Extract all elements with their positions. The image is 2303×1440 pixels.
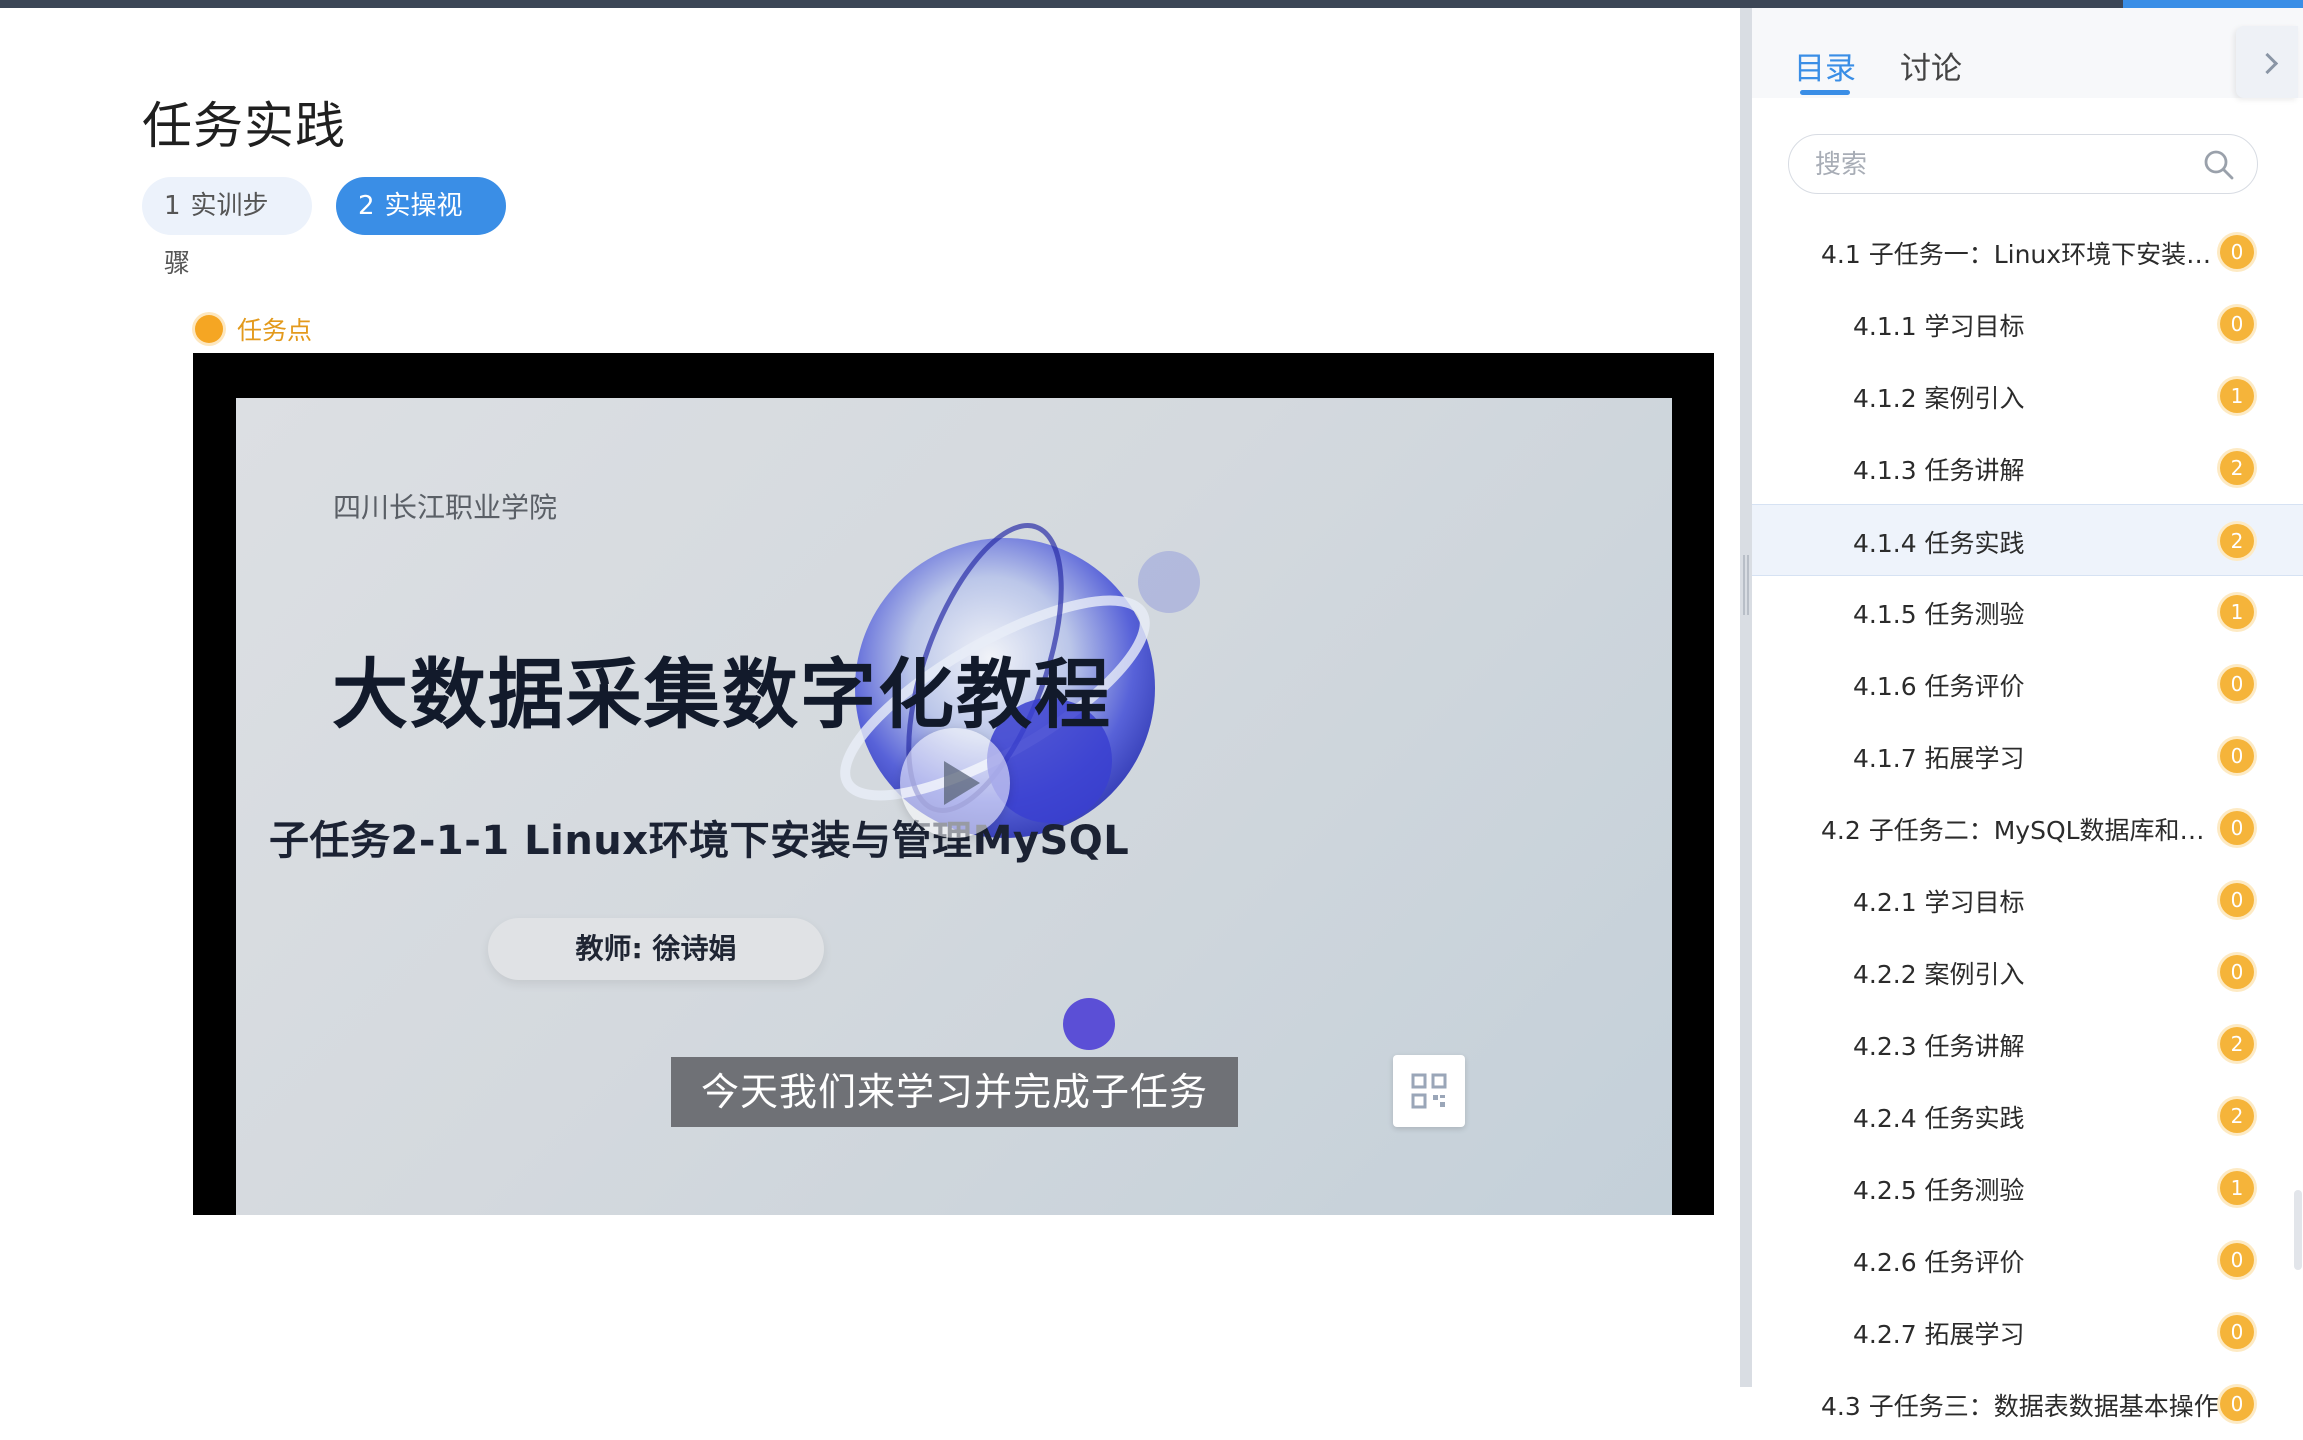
toc-item[interactable]: 4.1.2 案例引入 1 (1752, 360, 2303, 432)
sidebar-scrollbar[interactable] (2294, 1190, 2302, 1270)
toc-item-label: 4.2 子任务二：MySQL数据库和数据表操作 (1821, 816, 2221, 845)
tab-number: 1 (164, 191, 181, 221)
toc-item[interactable]: 4.3 子任务三：数据表数据基本操作 0 (1752, 1368, 2303, 1440)
top-progress-bar (0, 0, 2303, 8)
toc-item-badge: 0 (2220, 235, 2254, 269)
resize-handle[interactable] (1743, 555, 1749, 615)
toc-item-badge: 2 (2220, 524, 2254, 558)
toc-item-label: 4.1.7 拓展学习 (1853, 744, 2025, 773)
toc-item[interactable]: 4.1.3 任务讲解 2 (1752, 432, 2303, 504)
toc-item-label: 4.1.1 学习目标 (1853, 312, 2025, 341)
toc-item-label: 4.2.1 学习目标 (1853, 888, 2025, 917)
toc-item-label: 4.1.5 任务测验 (1853, 600, 2025, 629)
toc-item[interactable]: 4.2 子任务二：MySQL数据库和数据表操作0 (1752, 792, 2303, 864)
tab-number: 2 (358, 191, 375, 221)
toc-item[interactable]: 4.1.5 任务测验 1 (1752, 576, 2303, 648)
toc-item-active[interactable]: 4.1.4 任务实践 2 (1752, 504, 2303, 576)
toc-item-badge: 2 (2220, 1027, 2254, 1061)
toc-item-label: 4.3 子任务三：数据表数据基本操作 (1821, 1392, 2219, 1421)
task-point-label: 任务点 (237, 316, 313, 345)
slide-school: 四川长江职业学院 (333, 491, 558, 524)
toc-item[interactable]: 4.2.1 学习目标 0 (1752, 864, 2303, 936)
toc-item-badge: 0 (2220, 739, 2254, 773)
video-player[interactable]: 四川长江职业学院 大数据采集数字化教程 子任务2-1-1 Linux环境下安装与… (193, 353, 1714, 1215)
active-tab-indicator (1800, 90, 1850, 95)
task-point-dot-icon (195, 315, 223, 343)
toc-item[interactable]: 4.1 子任务一：Linux环境下安装与管理MySQL0 (1752, 216, 2303, 288)
toc-item-label: 4.2.6 任务评价 (1853, 1248, 2025, 1277)
toc-item-badge: 0 (2220, 955, 2254, 989)
slide-subtask-title: 子任务2-1-1 Linux环境下安装与管理MySQL (269, 818, 1130, 864)
play-icon[interactable] (900, 728, 1010, 838)
toc-item-badge: 1 (2220, 595, 2254, 629)
toc-item-label: 4.2.2 案例引入 (1853, 960, 2025, 989)
toc-item-badge: 0 (2220, 1243, 2254, 1277)
toc-item-badge: 2 (2220, 1099, 2254, 1133)
toc-item-badge: 2 (2220, 451, 2254, 485)
search-input[interactable] (1813, 145, 2177, 185)
toc-item-label: 4.1.6 任务评价 (1853, 672, 2025, 701)
collapse-chevron-icon[interactable] (2236, 26, 2298, 98)
search-box (1788, 134, 2258, 194)
toc-item-badge: 0 (2220, 1387, 2254, 1421)
toc-item-badge: 0 (2220, 667, 2254, 701)
toc-item-badge: 0 (2220, 307, 2254, 341)
toc-item-badge: 0 (2220, 811, 2254, 845)
video-frame: 四川长江职业学院 大数据采集数字化教程 子任务2-1-1 Linux环境下安装与… (236, 398, 1672, 1215)
toc-item[interactable]: 4.1.7 拓展学习 0 (1752, 720, 2303, 792)
toc-item-badge: 0 (2220, 883, 2254, 917)
toc-item[interactable]: 4.2.7 拓展学习 0 (1752, 1296, 2303, 1368)
toc-item-badge: 1 (2220, 379, 2254, 413)
toc-item[interactable]: 4.2.4 任务实践 2 (1752, 1080, 2303, 1152)
tab-practice-video[interactable]: 2 实操视频 (336, 177, 506, 279)
sidebar-header: 目录 讨论 (1752, 8, 2303, 98)
qr-code-icon[interactable] (1393, 1055, 1465, 1127)
toc-item-label: 4.2.7 拓展学习 (1853, 1320, 2025, 1349)
toc-item[interactable]: 4.1.6 任务评价 0 (1752, 648, 2303, 720)
toc-item-badge: 1 (2220, 1171, 2254, 1205)
toc-item-label: 4.2.3 任务讲解 (1853, 1032, 2025, 1061)
sidebar: 目录 讨论 4.1 子任务一：Linux环境下安装与管理MySQL0 4.1.1… (1752, 8, 2303, 1421)
toc-item[interactable]: 4.1.1 学习目标 0 (1752, 288, 2303, 360)
page-title: 任务实践 (142, 97, 346, 155)
toc-item-label: 4.2.4 任务实践 (1853, 1104, 2025, 1133)
toc-item-label: 4.1 子任务一：Linux环境下安装与管理MySQL (1821, 240, 2221, 269)
search-icon[interactable] (2203, 149, 2235, 185)
slide-course-title: 大数据采集数字化教程 (332, 650, 1112, 739)
slide-teacher: 教师: 徐诗娟 (488, 918, 824, 980)
toc-item-label: 4.1.2 案例引入 (1853, 384, 2025, 413)
toc-item[interactable]: 4.2.3 任务讲解 2 (1752, 1008, 2303, 1080)
toc-item[interactable]: 4.2.2 案例引入 0 (1752, 936, 2303, 1008)
tab-training-steps[interactable]: 1 实训步骤 (142, 177, 312, 279)
tab-discussion[interactable]: 讨论 (1900, 43, 1962, 88)
tab-catalog[interactable]: 目录 (1794, 43, 1856, 88)
task-point-indicator: 任务点 (195, 311, 312, 347)
top-progress-fill (2123, 0, 2303, 8)
toc-item-badge: 0 (2220, 1315, 2254, 1349)
table-of-contents: 4.1 子任务一：Linux环境下安装与管理MySQL0 4.1.1 学习目标0… (1752, 216, 2303, 1440)
decorative-dot (1063, 998, 1115, 1050)
video-caption: 今天我们来学习并完成子任务 (671, 1057, 1238, 1127)
toc-item[interactable]: 4.2.6 任务评价 0 (1752, 1224, 2303, 1296)
toc-item-label: 4.1.4 任务实践 (1853, 529, 2025, 558)
toc-item-label: 4.2.5 任务测验 (1853, 1176, 2025, 1205)
toc-item-label: 4.1.3 任务讲解 (1853, 456, 2025, 485)
toc-item[interactable]: 4.2.5 任务测验 1 (1752, 1152, 2303, 1224)
panel-divider[interactable] (1740, 8, 1752, 1387)
